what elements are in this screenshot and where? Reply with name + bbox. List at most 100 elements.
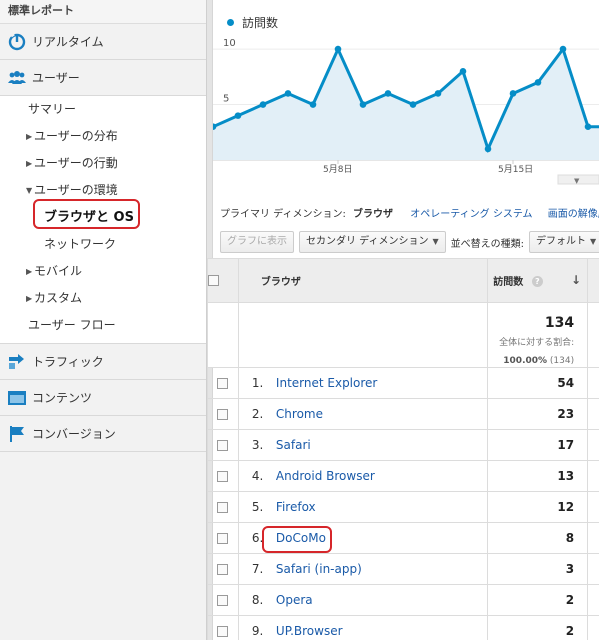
total-label: 全体に対する割合: — [499, 338, 575, 348]
y-tick-label: 10 — [223, 38, 236, 49]
row-index: 8. — [251, 593, 264, 607]
row-checkbox[interactable] — [217, 533, 229, 544]
table-row: 5. Firefox 12 — [207, 491, 599, 523]
dimension-link-resolution[interactable]: 画面の解像度 — [548, 209, 599, 220]
sidebar-item-environment[interactable]: ▼ ユーザーの環境 — [0, 177, 206, 204]
content-icon — [7, 389, 27, 407]
column-header-browser[interactable]: ブラウザ — [237, 258, 489, 303]
table-row: 3. Safari 17 — [207, 429, 599, 461]
chevron-down-icon: ▼ — [574, 177, 580, 185]
primary-dimension-bar: プライマリ ディメンション: ブラウザ オペレーティング システム 画面の解像度… — [220, 205, 599, 220]
row-extra-cell — [587, 491, 599, 523]
row-browser-link[interactable]: Android Browser — [276, 469, 375, 483]
sidebar-item-summary[interactable]: サマリー — [0, 96, 206, 123]
data-point[interactable] — [559, 45, 567, 53]
row-visits-value: 8 — [487, 522, 589, 554]
data-point[interactable] — [234, 112, 242, 119]
traffic-icon — [7, 353, 27, 371]
sidebar-item-conversion[interactable]: コンバージョン — [0, 416, 206, 452]
total-percent-of: (134) — [549, 356, 575, 366]
sidebar-item-browser-os[interactable]: ブラウザと OS — [0, 204, 206, 231]
sidebar-item-custom[interactable]: ▶ カスタム — [0, 285, 206, 312]
data-point[interactable] — [284, 90, 292, 97]
row-index: 3. — [251, 438, 264, 452]
row-browser-link[interactable]: DoCoMo — [276, 531, 326, 545]
total-cell: 134 全体に対する割合: 100.00% (134) — [487, 302, 589, 368]
sidebar-item-users-flow[interactable]: ユーザー フロー — [0, 312, 206, 339]
data-point[interactable] — [459, 67, 467, 75]
sidebar-item-traffic[interactable]: トラフィック — [0, 344, 206, 380]
data-point[interactable] — [534, 79, 542, 86]
help-icon[interactable]: ? — [531, 276, 543, 287]
row-checkbox[interactable] — [217, 502, 229, 513]
sidebar-item-label: ユーザーの行動 — [34, 156, 118, 170]
sidebar-item-label: トラフィック — [32, 355, 104, 369]
sidebar-item-users[interactable]: ユーザー — [0, 60, 206, 96]
row-browser-link[interactable]: Internet Explorer — [276, 376, 377, 390]
plot-rows-button[interactable]: グラフに表示 — [220, 231, 294, 253]
row-checkbox-cell — [207, 615, 239, 640]
row-browser-link[interactable]: Safari (in-app) — [276, 562, 362, 576]
table-toolbar: グラフに表示 セカンダリ ディメンション ▼ 並べ替えの種類: デフォルト ▼ — [220, 230, 599, 254]
row-checkbox-cell — [207, 584, 239, 616]
total-empty-cell — [587, 302, 599, 368]
sort-down-arrow-icon[interactable]: ↓ — [571, 273, 581, 287]
sidebar-item-label: コンテンツ — [32, 391, 93, 405]
row-index: 5. — [251, 500, 264, 514]
sidebar-item-label: ユーザー — [32, 71, 80, 85]
row-checkbox[interactable] — [217, 440, 229, 451]
row-extra-cell — [587, 615, 599, 640]
column-header-visits[interactable]: 訪問数 ? ↓ — [487, 258, 589, 303]
row-extra-cell — [587, 429, 599, 461]
row-checkbox-cell — [207, 367, 239, 399]
data-point[interactable] — [384, 90, 392, 97]
table-header-row: ブラウザ 訪問数 ? ↓ — [207, 258, 599, 303]
row-browser-link[interactable]: Safari — [276, 438, 311, 452]
sidebar-item-distribution[interactable]: ▶ ユーザーの分布 — [0, 123, 206, 150]
data-point[interactable] — [434, 90, 442, 97]
row-checkbox-cell — [207, 460, 239, 492]
data-point[interactable] — [484, 145, 492, 153]
row-browser-link[interactable]: Opera — [276, 593, 313, 607]
sidebar-header: 標準レポート — [0, 0, 206, 24]
row-browser-cell: 9. UP.Browser — [237, 615, 489, 640]
row-checkbox[interactable] — [217, 471, 229, 482]
row-browser-link[interactable]: Chrome — [276, 407, 323, 421]
data-point[interactable] — [309, 101, 317, 108]
row-extra-cell — [587, 522, 599, 554]
data-point[interactable] — [334, 45, 342, 53]
sidebar-item-realtime[interactable]: リアルタイム — [0, 24, 206, 60]
row-extra-cell — [587, 553, 599, 585]
data-point[interactable] — [584, 123, 592, 131]
secondary-dimension-dropdown[interactable]: セカンダリ ディメンション ▼ — [299, 231, 446, 253]
table-row: 2. Chrome 23 — [207, 398, 599, 430]
row-checkbox[interactable] — [217, 409, 229, 420]
data-point[interactable] — [359, 101, 367, 108]
row-index: 9. — [251, 624, 264, 638]
total-percent: 100.00% (134) — [488, 355, 574, 367]
sidebar-item-label: カスタム — [34, 291, 83, 305]
row-browser-link[interactable]: UP.Browser — [276, 624, 343, 638]
sidebar-item-behavior[interactable]: ▶ ユーザーの行動 — [0, 150, 206, 177]
row-checkbox[interactable] — [217, 378, 229, 389]
row-visits-value: 23 — [487, 398, 589, 430]
sort-type-dropdown[interactable]: デフォルト ▼ — [529, 231, 599, 253]
row-checkbox[interactable] — [217, 626, 229, 637]
column-header-label: 訪問数 — [493, 277, 524, 288]
sidebar-item-content[interactable]: コンテンツ — [0, 380, 206, 416]
dimension-link-os[interactable]: オペレーティング システム — [410, 209, 532, 220]
row-browser-link[interactable]: Firefox — [276, 500, 316, 514]
main-panel: 訪問数 10 5 5月8日 5月15日 ▼ プライマリ ディメンション: ブラウザ オペ… — [207, 0, 599, 640]
row-checkbox[interactable] — [217, 595, 229, 606]
data-point[interactable] — [409, 101, 417, 108]
sidebar-item-mobile[interactable]: ▶ モバイル — [0, 258, 206, 285]
sidebar-item-network[interactable]: ネットワーク — [0, 231, 206, 258]
data-table: ブラウザ 訪問数 ? ↓ 134 全体に対する割合: 100.00% (134) — [207, 258, 599, 640]
row-checkbox[interactable] — [217, 564, 229, 575]
select-all-checkbox[interactable] — [208, 274, 219, 286]
data-point[interactable] — [509, 90, 517, 97]
table-row: 4. Android Browser 13 — [207, 460, 599, 492]
row-checkbox-cell — [207, 491, 239, 523]
data-point[interactable] — [259, 101, 267, 108]
row-browser-cell: 3. Safari — [237, 429, 489, 461]
